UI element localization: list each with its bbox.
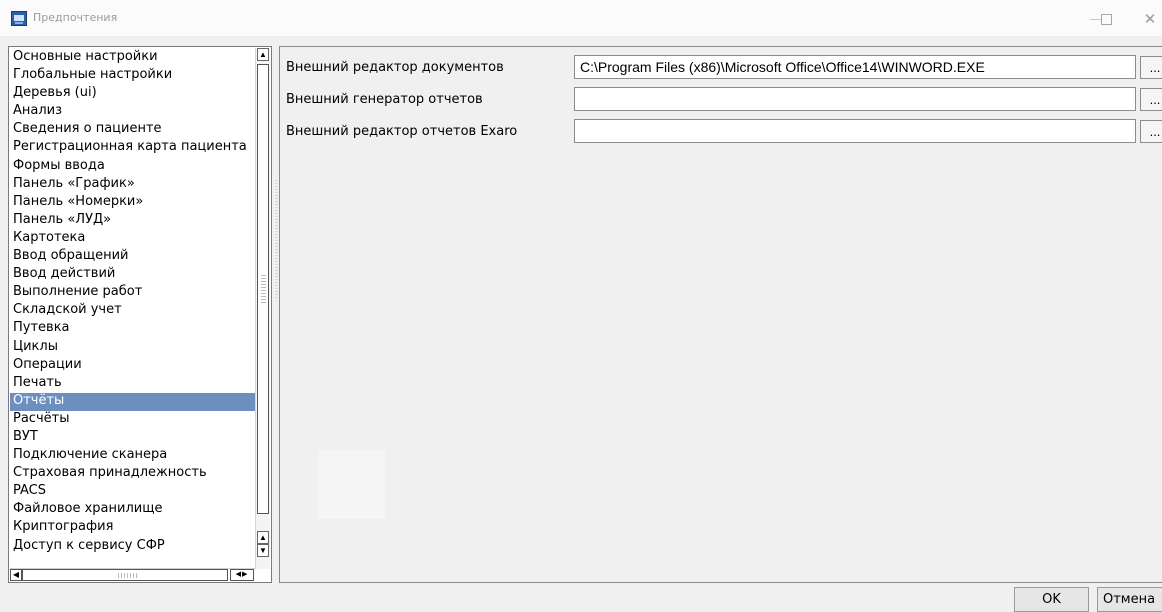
browse-button[interactable]: ... — [1140, 88, 1162, 111]
list-item[interactable]: Панель «ЛУД» — [10, 212, 257, 230]
cancel-button[interactable]: Отмена — [1097, 587, 1162, 612]
vertical-scrollbar[interactable]: ▲ ▲ ▼ — [255, 48, 270, 569]
scroll-left-button[interactable]: ◀ — [10, 569, 22, 581]
setting-label: Внешний редактор документов — [286, 60, 504, 75]
scroll-up-button-lower[interactable]: ▲ — [257, 531, 269, 544]
list-item[interactable]: Криптография — [10, 519, 257, 537]
setting-row-exaro-editor: Внешний редактор отчетов Exaro ... — [286, 119, 1162, 143]
document-editor-path-input[interactable] — [574, 55, 1136, 79]
maximize-button[interactable] — [1090, 8, 1124, 30]
list-item[interactable]: Ввод обращений — [10, 248, 257, 266]
list-item[interactable]: Регистрационная карта пациента — [10, 139, 257, 157]
list-item[interactable]: Выполнение работ — [10, 284, 257, 302]
category-list[interactable]: Основные настройки Глобальные настройки Де… — [8, 46, 272, 583]
setting-label: Внешний редактор отчетов Exaro — [286, 124, 518, 139]
browse-button[interactable]: ... — [1140, 120, 1162, 143]
list-item[interactable]: Расчёты — [10, 411, 257, 429]
list-item[interactable]: Путевка — [10, 320, 257, 338]
window-title: Предпочтения — [33, 11, 118, 24]
list-item[interactable]: Файловое хранилище — [10, 501, 257, 519]
list-item[interactable]: Циклы — [10, 339, 257, 357]
list-item[interactable]: Доступ к сервису СФР — [10, 538, 257, 556]
close-button[interactable]: ✕ — [1133, 8, 1162, 30]
list-item[interactable]: Сведения о пациенте — [10, 121, 257, 139]
category-list-items: Основные настройки Глобальные настройки Де… — [10, 49, 257, 569]
list-item[interactable]: Глобальные настройки — [10, 67, 257, 85]
list-item[interactable]: Картотека — [10, 230, 257, 248]
horizontal-scroll-thumb[interactable] — [22, 569, 228, 581]
app-icon — [11, 11, 27, 26]
setting-row-document-editor: Внешний редактор документов ... — [286, 55, 1162, 79]
list-item[interactable]: Панель «График» — [10, 176, 257, 194]
report-generator-path-input[interactable] — [574, 87, 1136, 111]
list-item[interactable]: Ввод действий — [10, 266, 257, 284]
scroll-thumb[interactable] — [257, 64, 269, 514]
list-item[interactable]: ВУТ — [10, 429, 257, 447]
list-item[interactable]: Отчёты — [10, 392, 257, 411]
setting-row-report-generator: Внешний генератор отчетов ... — [286, 87, 1162, 111]
settings-panel: Внешний редактор документов ... Внешний … — [279, 46, 1162, 583]
list-item[interactable]: Деревья (ui) — [10, 85, 257, 103]
grip-icon — [261, 275, 266, 305]
list-item[interactable]: Анализ — [10, 103, 257, 121]
scroll-up-button[interactable]: ▲ — [257, 48, 269, 61]
list-item[interactable]: Формы ввода — [10, 158, 257, 176]
list-item[interactable]: Подключение сканера — [10, 447, 257, 465]
scroll-arrows-button[interactable]: ◀▶ — [230, 569, 254, 581]
setting-label: Внешний генератор отчетов — [286, 92, 483, 107]
list-item[interactable]: Основные настройки — [10, 49, 257, 67]
horizontal-scrollbar[interactable]: ◀ ◀▶ — [10, 568, 255, 581]
empty-area — [318, 450, 385, 519]
list-item[interactable]: Страховая принадлежность — [10, 465, 257, 483]
ok-button[interactable]: OK — [1014, 587, 1089, 612]
browse-button[interactable]: ... — [1140, 56, 1162, 79]
list-item[interactable]: Операции — [10, 357, 257, 375]
list-item[interactable]: Печать — [10, 375, 257, 393]
exaro-editor-path-input[interactable] — [574, 119, 1136, 143]
list-item[interactable]: PACS — [10, 483, 257, 501]
title-bar: Предпочтения ✕ — [0, 0, 1162, 37]
list-item[interactable]: Складской учет — [10, 302, 257, 320]
list-item[interactable]: Панель «Номерки» — [10, 194, 257, 212]
scroll-down-button[interactable]: ▼ — [257, 544, 269, 557]
splitter-handle[interactable] — [275, 180, 278, 300]
